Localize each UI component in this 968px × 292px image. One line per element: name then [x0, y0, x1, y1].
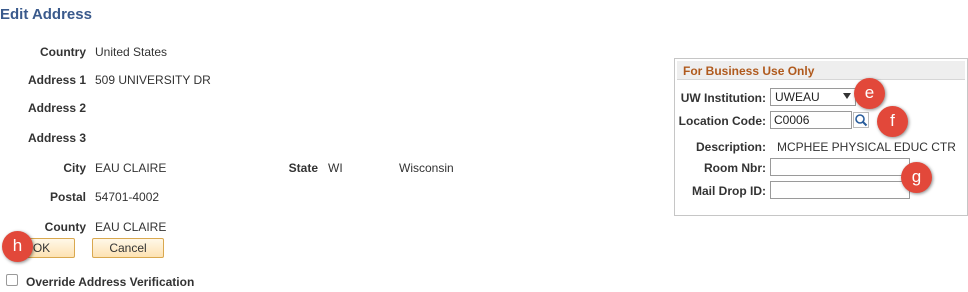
address2-label: Address 2 — [27, 101, 86, 115]
uw-institution-select[interactable]: UWEAU — [770, 88, 856, 106]
address3-label: Address 3 — [27, 131, 86, 145]
postal-value: 54701-4002 — [95, 190, 160, 204]
annotation-marker-h: h — [2, 231, 33, 262]
chevron-down-icon — [843, 93, 851, 99]
county-value: EAU CLAIRE — [95, 220, 167, 234]
country-label: Country — [40, 45, 86, 59]
country-value: United States — [95, 45, 168, 59]
city-value: EAU CLAIRE — [95, 161, 167, 175]
business-use-header: For Business Use Only — [677, 61, 965, 80]
business-use-title: For Business Use Only — [683, 64, 815, 78]
state-code: WI — [328, 161, 343, 175]
uw-institution-value: UWEAU — [775, 90, 820, 104]
annotation-marker-f: f — [877, 106, 908, 137]
annotation-marker-e: e — [854, 78, 885, 109]
city-label: City — [63, 161, 86, 175]
state-name: Wisconsin — [399, 161, 454, 175]
magnifier-icon[interactable] — [853, 112, 869, 128]
annotation-marker-g: g — [901, 162, 932, 193]
location-code-label: Location Code: — [678, 114, 766, 128]
mail-drop-id-input[interactable] — [770, 181, 910, 199]
description-value: MCPHEE PHYSICAL EDUC CTR — [777, 140, 956, 154]
address1-label: Address 1 — [27, 73, 86, 87]
uw-institution-label: UW Institution: — [680, 91, 766, 105]
location-code-input[interactable] — [770, 111, 852, 129]
override-address-checkbox[interactable] — [6, 274, 18, 286]
county-label: County — [44, 220, 86, 234]
page-title: Edit Address — [0, 6, 92, 23]
cancel-button[interactable]: Cancel — [92, 238, 164, 258]
room-nbr-label: Room Nbr: — [704, 161, 766, 175]
postal-label: Postal — [49, 190, 86, 204]
room-nbr-input[interactable] — [770, 158, 910, 176]
mail-drop-id-label: Mail Drop ID: — [692, 184, 766, 198]
description-label: Description: — [695, 140, 766, 154]
state-label: State — [288, 161, 318, 175]
override-address-label: Override Address Verification — [26, 275, 195, 289]
address1-value: 509 UNIVERSITY DR — [95, 73, 211, 87]
